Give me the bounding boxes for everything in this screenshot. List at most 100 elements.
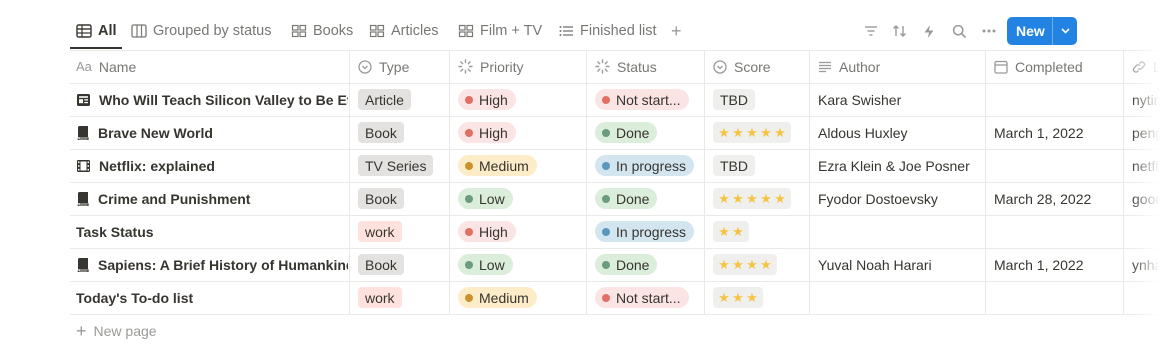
tab-articles[interactable]: Articles bbox=[369, 20, 439, 42]
status-cell[interactable]: In progress bbox=[595, 149, 701, 182]
name-cell[interactable]: Brave New World bbox=[76, 116, 348, 149]
type-cell[interactable]: work bbox=[358, 215, 446, 248]
new-page-button[interactable]: + New page bbox=[76, 322, 157, 340]
author-text: Kara Swisher bbox=[818, 91, 902, 108]
completed-cell[interactable] bbox=[994, 215, 1120, 248]
sort-icon[interactable] bbox=[890, 21, 910, 41]
author-cell[interactable]: Aldous Huxley bbox=[818, 116, 982, 149]
gallery-icon bbox=[369, 24, 385, 38]
tab-label: Finished list bbox=[580, 23, 657, 39]
type-cell[interactable]: Article bbox=[358, 83, 446, 116]
table-row[interactable]: Brave New World Book High Done ★ ★ ★ ★ ★ Aldous H… bbox=[70, 116, 1167, 149]
add-view-button[interactable]: + bbox=[671, 20, 682, 42]
priority-cell[interactable]: High bbox=[458, 116, 583, 149]
column-header-score[interactable]: Score bbox=[713, 50, 806, 83]
author-cell[interactable]: Ezra Klein & Joe Posner bbox=[818, 149, 982, 182]
tab-all[interactable]: All bbox=[76, 20, 117, 42]
tab-grouped-by-status[interactable]: Grouped by status bbox=[131, 20, 272, 42]
type-cell[interactable]: Book bbox=[358, 116, 446, 149]
completed-date: March 1, 2022 bbox=[994, 256, 1084, 273]
type-tag: Article bbox=[358, 89, 411, 110]
status-cell[interactable]: Done bbox=[595, 116, 701, 149]
author-cell[interactable] bbox=[818, 215, 982, 248]
status-cell[interactable]: Not start... bbox=[595, 281, 701, 314]
score-cell[interactable]: ★ ★ ★ ★ ★ bbox=[713, 116, 806, 149]
status-cell[interactable]: Not start... bbox=[595, 83, 701, 116]
status-badge: Not start... bbox=[595, 89, 689, 110]
status-cell[interactable]: In progress bbox=[595, 215, 701, 248]
completed-cell[interactable]: March 1, 2022 bbox=[994, 116, 1120, 149]
score-cell[interactable]: ★ ★ ★ ★ ★ bbox=[713, 182, 806, 215]
type-cell[interactable]: Book bbox=[358, 182, 446, 215]
book-icon bbox=[76, 125, 90, 140]
priority-badge: High bbox=[458, 89, 516, 110]
author-cell[interactable]: Fyodor Dostoevsky bbox=[818, 182, 982, 215]
score-cell[interactable]: TBD bbox=[713, 83, 806, 116]
table-row[interactable]: Today's To-do list work Medium Not start...… bbox=[70, 281, 1167, 314]
more-icon[interactable] bbox=[979, 21, 999, 41]
priority-label: Medium bbox=[479, 157, 529, 174]
tab-books[interactable]: Books bbox=[291, 20, 353, 42]
table-row[interactable]: Crime and Punishment Book Low Done ★ ★ ★ ★ ★ Fyod… bbox=[70, 182, 1167, 215]
priority-cell[interactable]: Low bbox=[458, 248, 583, 281]
table-row[interactable]: Sapiens: A Brief History of Humankind Boo… bbox=[70, 248, 1167, 281]
completed-cell[interactable] bbox=[994, 281, 1120, 314]
score-stars: ★ ★ ★ ★ ★ bbox=[713, 122, 791, 143]
column-header-author[interactable]: Author bbox=[818, 50, 982, 83]
type-cell[interactable]: Book bbox=[358, 248, 446, 281]
column-header-priority[interactable]: Priority bbox=[458, 50, 583, 83]
status-badge: Done bbox=[595, 254, 658, 275]
priority-label: High bbox=[479, 124, 508, 141]
status-label: In progress bbox=[616, 157, 687, 174]
completed-cell[interactable]: March 28, 2022 bbox=[994, 182, 1120, 215]
type-cell[interactable]: TV Series bbox=[358, 149, 446, 182]
tab-label: Books bbox=[313, 23, 354, 39]
select-icon bbox=[358, 59, 372, 74]
table-row[interactable]: Who Will Teach Silicon Valley to Be Eth A… bbox=[70, 83, 1167, 116]
completed-cell[interactable]: March 1, 2022 bbox=[994, 248, 1120, 281]
status-cell[interactable]: Done bbox=[595, 182, 701, 215]
name-cell[interactable]: Task Status bbox=[76, 215, 348, 248]
search-icon[interactable] bbox=[949, 21, 969, 41]
column-header-status[interactable]: Status bbox=[595, 50, 701, 83]
table-row[interactable]: Netflix: explained TV Series Medium In prog… bbox=[70, 149, 1167, 182]
new-button[interactable]: New bbox=[1007, 17, 1077, 45]
priority-cell[interactable]: High bbox=[458, 215, 583, 248]
name-cell[interactable]: Who Will Teach Silicon Valley to Be Eth bbox=[76, 83, 348, 116]
column-header-completed[interactable]: Completed bbox=[994, 50, 1120, 83]
status-label: Done bbox=[616, 256, 650, 273]
author-cell[interactable] bbox=[818, 281, 982, 314]
tab-film-tv[interactable]: Film + TV bbox=[458, 20, 542, 42]
priority-cell[interactable]: Low bbox=[458, 182, 583, 215]
gallery-icon bbox=[458, 24, 474, 38]
automation-icon[interactable] bbox=[919, 21, 939, 41]
score-cell[interactable]: TBD bbox=[713, 149, 806, 182]
author-cell[interactable]: Yuval Noah Harari bbox=[818, 248, 982, 281]
star-icon: ★ bbox=[760, 256, 772, 272]
type-cell[interactable]: work bbox=[358, 281, 446, 314]
priority-cell[interactable]: Medium bbox=[458, 149, 583, 182]
score-cell[interactable]: ★ ★ ★ bbox=[713, 281, 806, 314]
tab-label: Grouped by status bbox=[153, 23, 272, 39]
text-icon bbox=[818, 61, 832, 73]
name-cell[interactable]: Today's To-do list bbox=[76, 281, 348, 314]
column-header-type[interactable]: Type bbox=[358, 50, 446, 83]
score-cell[interactable]: ★ ★ ★ ★ bbox=[713, 248, 806, 281]
column-header-label: Type bbox=[379, 58, 410, 75]
chevron-down-icon[interactable] bbox=[1053, 28, 1077, 34]
column-header-name[interactable]: Aa Name bbox=[76, 50, 346, 83]
filter-icon[interactable] bbox=[861, 21, 881, 41]
status-cell[interactable]: Done bbox=[595, 248, 701, 281]
status-dot-icon bbox=[602, 161, 610, 170]
priority-cell[interactable]: High bbox=[458, 83, 583, 116]
table-row[interactable]: Task Status work High In progress ★ ★ bbox=[70, 215, 1167, 248]
completed-cell[interactable] bbox=[994, 149, 1120, 182]
author-cell[interactable]: Kara Swisher bbox=[818, 83, 982, 116]
priority-cell[interactable]: Medium bbox=[458, 281, 583, 314]
name-cell[interactable]: Crime and Punishment bbox=[76, 182, 348, 215]
name-cell[interactable]: Sapiens: A Brief History of Humankind bbox=[76, 248, 348, 281]
score-cell[interactable]: ★ ★ bbox=[713, 215, 806, 248]
name-cell[interactable]: Netflix: explained bbox=[76, 149, 348, 182]
tab-finished-list[interactable]: Finished list bbox=[558, 20, 657, 42]
completed-cell[interactable] bbox=[994, 83, 1120, 116]
